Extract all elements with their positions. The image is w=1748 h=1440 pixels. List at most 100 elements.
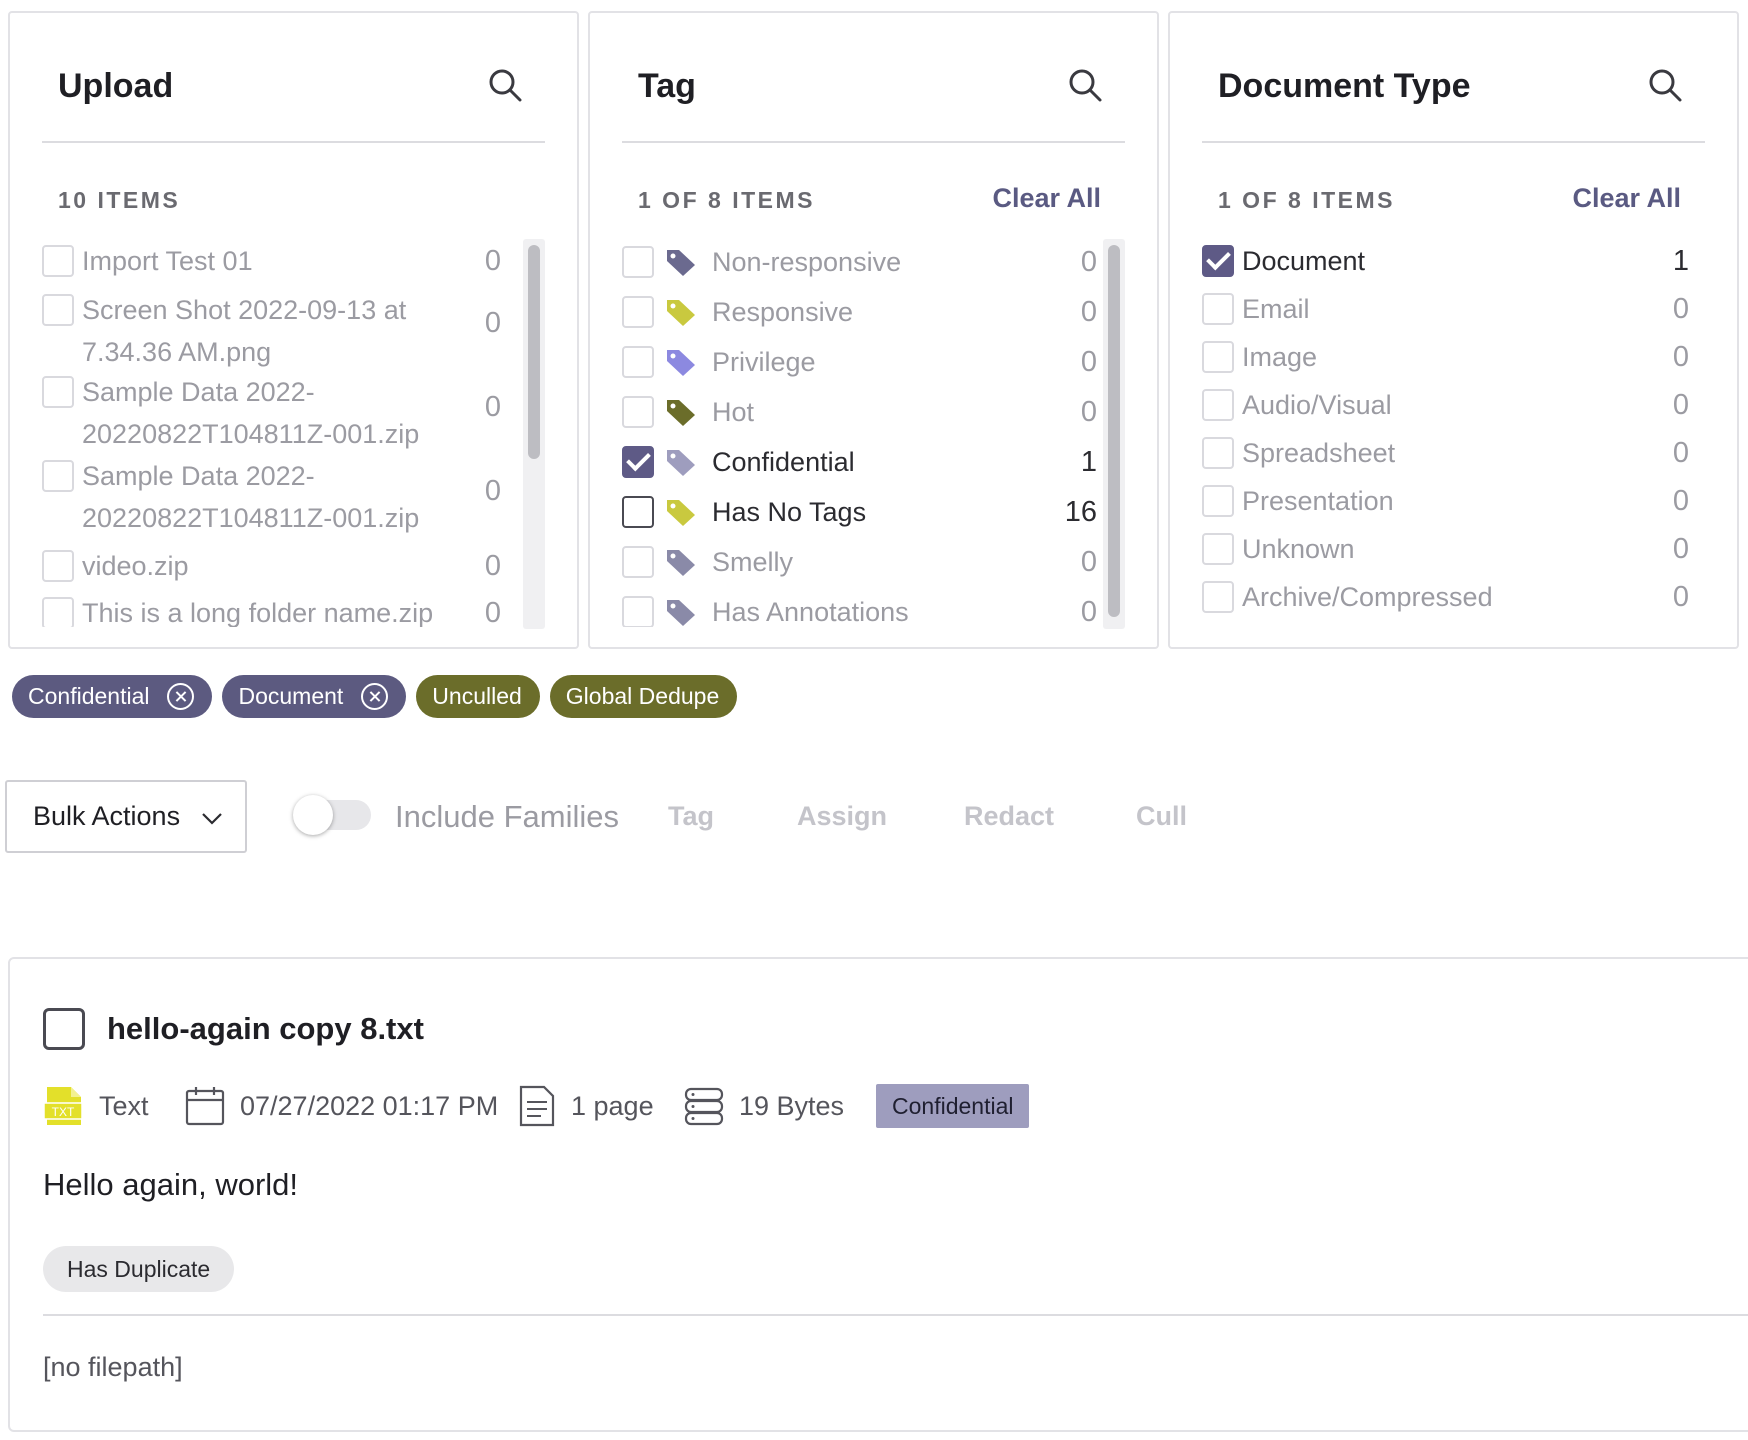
- checkbox[interactable]: [42, 294, 74, 326]
- checkbox[interactable]: [1202, 389, 1234, 421]
- scrollbar-thumb[interactable]: [528, 245, 540, 459]
- close-icon[interactable]: [167, 683, 195, 710]
- doctype-list-item[interactable]: Audio/Visual 0: [1202, 381, 1689, 429]
- search-icon[interactable]: [1647, 67, 1685, 105]
- tag-list-item-count: 0: [1080, 295, 1097, 328]
- tag-list-item-label: Confidential: [712, 447, 855, 477]
- tag-list-item[interactable]: Has No Tags 16: [622, 487, 1097, 537]
- doctype-list-item-count: 0: [1672, 340, 1689, 373]
- filter-chip-confidential[interactable]: Confidential: [12, 675, 213, 718]
- doctype-list-item-label: Document: [1242, 246, 1366, 276]
- doctype-list-item-label: Image: [1242, 342, 1318, 372]
- doctype-list-item[interactable]: Presentation 0: [1202, 477, 1689, 525]
- tag-list-item[interactable]: Has Annotations 0: [622, 587, 1097, 627]
- checkbox[interactable]: [622, 596, 654, 627]
- tag-panel-header: Tag: [622, 13, 1125, 143]
- redact-action-button[interactable]: Redact: [964, 801, 1054, 832]
- tag-list-item[interactable]: Responsive 0: [622, 287, 1097, 337]
- file-size-meta: 19 Bytes: [683, 1083, 844, 1129]
- upload-item-count: 10 ITEMS: [58, 187, 181, 213]
- checkbox[interactable]: [622, 446, 654, 478]
- upload-panel-title: Upload: [58, 67, 174, 105]
- list-item[interactable]: Import Test 01 0: [42, 237, 547, 285]
- checkbox[interactable]: [622, 396, 654, 428]
- document-title[interactable]: hello-again copy 8.txt: [107, 1011, 424, 1047]
- checkbox[interactable]: [1202, 341, 1234, 373]
- list-item[interactable]: video.zip 0: [42, 543, 547, 589]
- checkbox[interactable]: [622, 296, 654, 328]
- checkbox[interactable]: [622, 496, 654, 528]
- clear-all-button[interactable]: Clear All: [1572, 183, 1681, 214]
- doctype-list-item[interactable]: Email 0: [1202, 285, 1689, 333]
- checkbox[interactable]: [42, 376, 74, 408]
- clear-all-button[interactable]: Clear All: [992, 183, 1101, 214]
- doctype-list-item[interactable]: Image 0: [1202, 333, 1689, 381]
- tag-list-item[interactable]: Hot 0: [622, 387, 1097, 437]
- search-icon[interactable]: [487, 67, 525, 105]
- bulk-actions-dropdown[interactable]: Bulk Actions: [5, 780, 247, 853]
- upload-panel-header: Upload: [42, 13, 545, 143]
- filter-chip-global-dedupe[interactable]: Global Dedupe: [549, 675, 738, 718]
- filter-chip-document[interactable]: Document: [222, 675, 407, 718]
- checkbox[interactable]: [1202, 485, 1234, 517]
- doctype-list-item[interactable]: Spreadsheet 0: [1202, 429, 1689, 477]
- list-item[interactable]: Screen Shot 2022-09-13 at 7.34.36 AM.png…: [42, 285, 547, 371]
- doctype-list-item[interactable]: Archive/Compressed 0: [1202, 573, 1689, 621]
- list-item[interactable]: This is a long folder name.zip 0: [42, 589, 547, 627]
- document-result-card[interactable]: hello-again copy 8.txt TXT Text 07/27/20…: [8, 957, 1748, 1432]
- chevron-down-icon: [202, 813, 222, 825]
- include-families-toggle[interactable]: [293, 795, 371, 835]
- doctype-list-item-count: 0: [1672, 436, 1689, 469]
- scrollbar-thumb[interactable]: [1108, 245, 1120, 617]
- filter-chip-unculled[interactable]: Unculled: [416, 675, 540, 718]
- document-select-checkbox[interactable]: [43, 1008, 85, 1050]
- tag-list-item-label: Hot: [712, 397, 755, 427]
- tag-list-item-label: Has Annotations: [712, 597, 909, 627]
- checkbox[interactable]: [42, 245, 74, 277]
- doctype-list-item-count: 0: [1672, 388, 1689, 421]
- calendar-icon: [185, 1087, 225, 1126]
- tag-icon: [667, 350, 695, 376]
- search-icon[interactable]: [1067, 67, 1105, 105]
- checkbox[interactable]: [622, 346, 654, 378]
- tag-icon: [667, 250, 695, 276]
- checkbox[interactable]: [1202, 245, 1234, 277]
- doctype-list-item[interactable]: Document 1: [1202, 237, 1689, 285]
- scrollbar[interactable]: [523, 239, 545, 629]
- tag-list-item[interactable]: Privilege 0: [622, 337, 1097, 387]
- checkbox[interactable]: [1202, 437, 1234, 469]
- toggle-knob: [293, 795, 333, 835]
- list-item[interactable]: Sample Data 2022- 20220822T104811Z-001.z…: [42, 455, 547, 543]
- doctype-list-item[interactable]: Unknown 0: [1202, 525, 1689, 573]
- checkbox[interactable]: [1202, 533, 1234, 565]
- checkbox[interactable]: [622, 546, 654, 578]
- scrollbar[interactable]: [1103, 239, 1125, 629]
- checkbox[interactable]: [622, 246, 654, 278]
- assign-action-button[interactable]: Assign: [797, 801, 887, 832]
- page-icon: [519, 1085, 555, 1127]
- doctype-list-item-count: 0: [1672, 580, 1689, 613]
- cull-action-button[interactable]: Cull: [1136, 801, 1187, 832]
- file-type-label: Text: [99, 1090, 149, 1121]
- doctype-item-count: 1 OF 8 ITEMS: [1218, 187, 1395, 213]
- tag-item-count: 1 OF 8 ITEMS: [638, 187, 815, 213]
- page-count: 1 page: [571, 1090, 654, 1121]
- checkbox[interactable]: [1202, 293, 1234, 325]
- tag-list-item-count: 0: [1080, 245, 1097, 278]
- doctype-list-item-label: Archive/Compressed: [1242, 582, 1493, 612]
- checkbox[interactable]: [1202, 581, 1234, 613]
- tag-list-item[interactable]: Smelly 0: [622, 537, 1097, 587]
- close-icon[interactable]: [361, 683, 389, 710]
- checkbox[interactable]: [42, 460, 74, 492]
- checkbox[interactable]: [42, 550, 74, 582]
- tag-list-item[interactable]: Confidential 1: [622, 437, 1097, 487]
- tag-list-item[interactable]: Non-responsive 0: [622, 237, 1097, 287]
- doctype-list-item-label: Email: [1242, 294, 1310, 324]
- tag-icon: [667, 600, 695, 626]
- tag-action-button[interactable]: Tag: [668, 801, 714, 832]
- doctype-panel-header: Document Type: [1202, 13, 1705, 143]
- tag-list-item-label: Non-responsive: [712, 247, 902, 277]
- list-item[interactable]: Sample Data 2022- 20220822T104811Z-001.z…: [42, 371, 547, 455]
- tag-list-item-count: 16: [1064, 495, 1097, 528]
- checkbox[interactable]: [42, 597, 74, 627]
